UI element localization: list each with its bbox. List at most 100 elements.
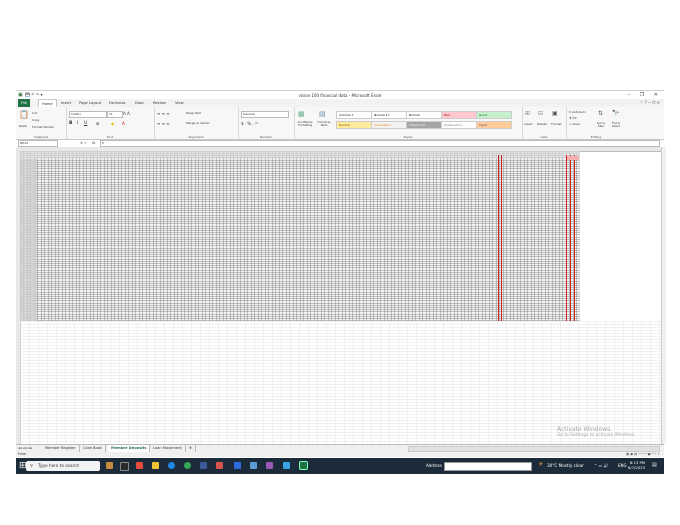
paste-button[interactable]: Paste	[19, 124, 27, 128]
cancel-entry-icon[interactable]: ✕ ✓	[80, 141, 87, 145]
delete-cells-icon[interactable]: ⊟	[538, 110, 543, 117]
conditional-formatting-button[interactable]: Conditional Formatting	[295, 121, 315, 127]
tab-view[interactable]: View	[172, 99, 187, 107]
clear-button[interactable]: ◇ Clear	[569, 122, 580, 126]
app-icon[interactable]	[250, 462, 257, 469]
sort-filter-icon[interactable]: ⇅	[598, 110, 603, 117]
language-indicator[interactable]: ENG	[618, 463, 627, 468]
borders-icon[interactable]: ⊞	[96, 121, 99, 126]
style-comma-7[interactable]: Comma 7	[336, 111, 372, 119]
close-button[interactable]: ✕	[654, 92, 662, 98]
edge-icon[interactable]	[168, 462, 175, 469]
format-table-button[interactable]: Format as Table	[316, 121, 332, 127]
file-explorer-icon[interactable]	[152, 462, 159, 469]
underline-button[interactable]: U	[84, 121, 87, 126]
weather-icon: ☀	[538, 461, 544, 468]
fill-color-icon[interactable]: ◆	[111, 121, 114, 126]
wrap-text-button[interactable]: Wrap Text	[186, 111, 201, 115]
weather-text[interactable]: 30°C Mostly clear	[547, 463, 584, 468]
taskbar-search[interactable]: ⚲ Type here to search	[26, 461, 100, 471]
font-size-select[interactable]: 11	[107, 111, 123, 118]
sheet-tab-cash-book[interactable]: Cash Book	[80, 445, 106, 452]
zoom-slider[interactable]: ▦ ▣ ▤ ─────●─── +	[626, 452, 660, 457]
format-button[interactable]: Format	[551, 122, 562, 126]
tab-insert[interactable]: Insert	[58, 99, 74, 107]
watermark-subtitle: Go to Settings to activate Windows.	[557, 433, 636, 438]
app-icon[interactable]	[283, 462, 290, 469]
style-normal-17[interactable]: Normal 17	[371, 111, 407, 119]
format-cells-icon[interactable]: ▣	[552, 110, 558, 117]
style-check-cell[interactable]: Check Cell	[406, 121, 442, 129]
task-view-icon[interactable]	[106, 462, 113, 469]
align-left-icon[interactable]: ≡ ≡ ≡	[157, 121, 170, 126]
tab-file[interactable]: File	[18, 99, 31, 107]
bluetooth-icon[interactable]	[234, 462, 241, 469]
chrome-icon[interactable]	[184, 462, 191, 469]
ribbon: 📋 Paste Cut Copy Format Painter Clipboar…	[16, 107, 664, 140]
sheet-tab-member-deposits[interactable]: Member Deposits	[108, 445, 151, 452]
italic-button[interactable]: I	[77, 121, 78, 126]
copy-button[interactable]: Copy	[32, 118, 40, 122]
grow-font-icon[interactable]: A A	[123, 111, 130, 116]
app-icon[interactable]	[216, 462, 223, 469]
excel-taskbar-icon[interactable]	[299, 461, 308, 470]
new-sheet-icon[interactable]: ⊕	[186, 445, 197, 452]
highlight-cell[interactable]	[567, 156, 579, 160]
find-select-icon[interactable]: 🔭	[612, 110, 619, 117]
tab-page-layout[interactable]: Page Layout	[76, 99, 104, 107]
paste-icon[interactable]: 📋	[19, 110, 29, 119]
sheet-nav-icon[interactable]: ◂◂ ◂ ▸ ▸▸	[18, 446, 32, 450]
app-icon[interactable]	[200, 462, 207, 469]
font-color-icon[interactable]: A	[122, 121, 125, 126]
notification-icon[interactable]: ▤	[652, 462, 657, 468]
style-neutral[interactable]: Neutral	[336, 121, 372, 129]
data-grid[interactable]	[20, 151, 580, 321]
app-icon[interactable]	[266, 462, 273, 469]
cells-group: ⊞ Insert ⊟ Delete ▣ Format Cells	[522, 107, 567, 139]
cortana-icon[interactable]	[120, 462, 129, 471]
currency-icon[interactable]: $ · % ‚ ⁰⁰	[241, 121, 258, 126]
address-input[interactable]	[444, 462, 532, 471]
find-select-button[interactable]: Find & Select	[609, 122, 623, 128]
font-name-select[interactable]: Calibri	[69, 111, 107, 118]
align-top-icon[interactable]: ≡ ≡ ≡	[157, 111, 170, 116]
sort-filter-button[interactable]: Sort & Filter	[595, 122, 607, 128]
merge-center-button[interactable]: Merge & Center	[186, 121, 210, 125]
insert-button[interactable]: Insert	[524, 122, 533, 126]
fill-label: Fill	[572, 116, 577, 120]
name-box[interactable]: BU24	[18, 140, 58, 147]
number-label: Number	[259, 135, 273, 139]
style-input[interactable]: Input	[476, 121, 512, 129]
app-icon[interactable]	[136, 462, 143, 469]
autosum-button[interactable]: Σ AutoSum	[569, 110, 586, 114]
tab-review[interactable]: Review	[150, 99, 169, 107]
tab-data[interactable]: Data	[132, 99, 147, 107]
format-painter-button[interactable]: Format Painter	[32, 125, 54, 129]
conditional-formatting-icon[interactable]: ▦	[298, 110, 305, 118]
delete-button[interactable]: Delete	[537, 122, 547, 126]
cells-label: Cells	[540, 135, 548, 139]
style-calculation[interactable]: Calculation	[371, 121, 407, 129]
member-id-column[interactable]	[20, 159, 37, 321]
style-explanatory[interactable]: Explanatory...	[441, 121, 477, 129]
cut-button[interactable]: Cut	[32, 111, 37, 115]
tab-formulas[interactable]: Formulas	[106, 99, 128, 107]
style-normal[interactable]: Normal	[406, 111, 442, 119]
formula-input[interactable]: 5	[100, 140, 660, 147]
format-table-icon[interactable]: ▤	[319, 110, 326, 118]
sheet-tab-member-register[interactable]: Member Register	[42, 445, 80, 452]
help-icon[interactable]: ♡ ? ─ ❐ ✕	[640, 100, 660, 105]
insert-cells-icon[interactable]: ⊞	[525, 110, 530, 117]
fx-button[interactable]: fx	[92, 141, 95, 145]
vertical-scrollbar[interactable]	[661, 147, 666, 444]
maximize-button[interactable]: ❐	[640, 92, 648, 98]
tray-icons[interactable]: ⌃ ▭ 🔊	[594, 463, 609, 468]
style-bad[interactable]: Bad	[441, 111, 477, 119]
minimize-button[interactable]: –	[628, 92, 635, 98]
number-format-select[interactable]: General	[241, 111, 289, 118]
bold-button[interactable]: B	[69, 121, 72, 126]
fill-button[interactable]: ⬇ Fill	[569, 116, 576, 120]
style-good[interactable]: Good	[476, 111, 512, 119]
clock[interactable]: 8:13 PM 6/7/2023	[628, 460, 645, 470]
sheet-tab-loan-movement[interactable]: Loan Movement	[150, 445, 186, 452]
